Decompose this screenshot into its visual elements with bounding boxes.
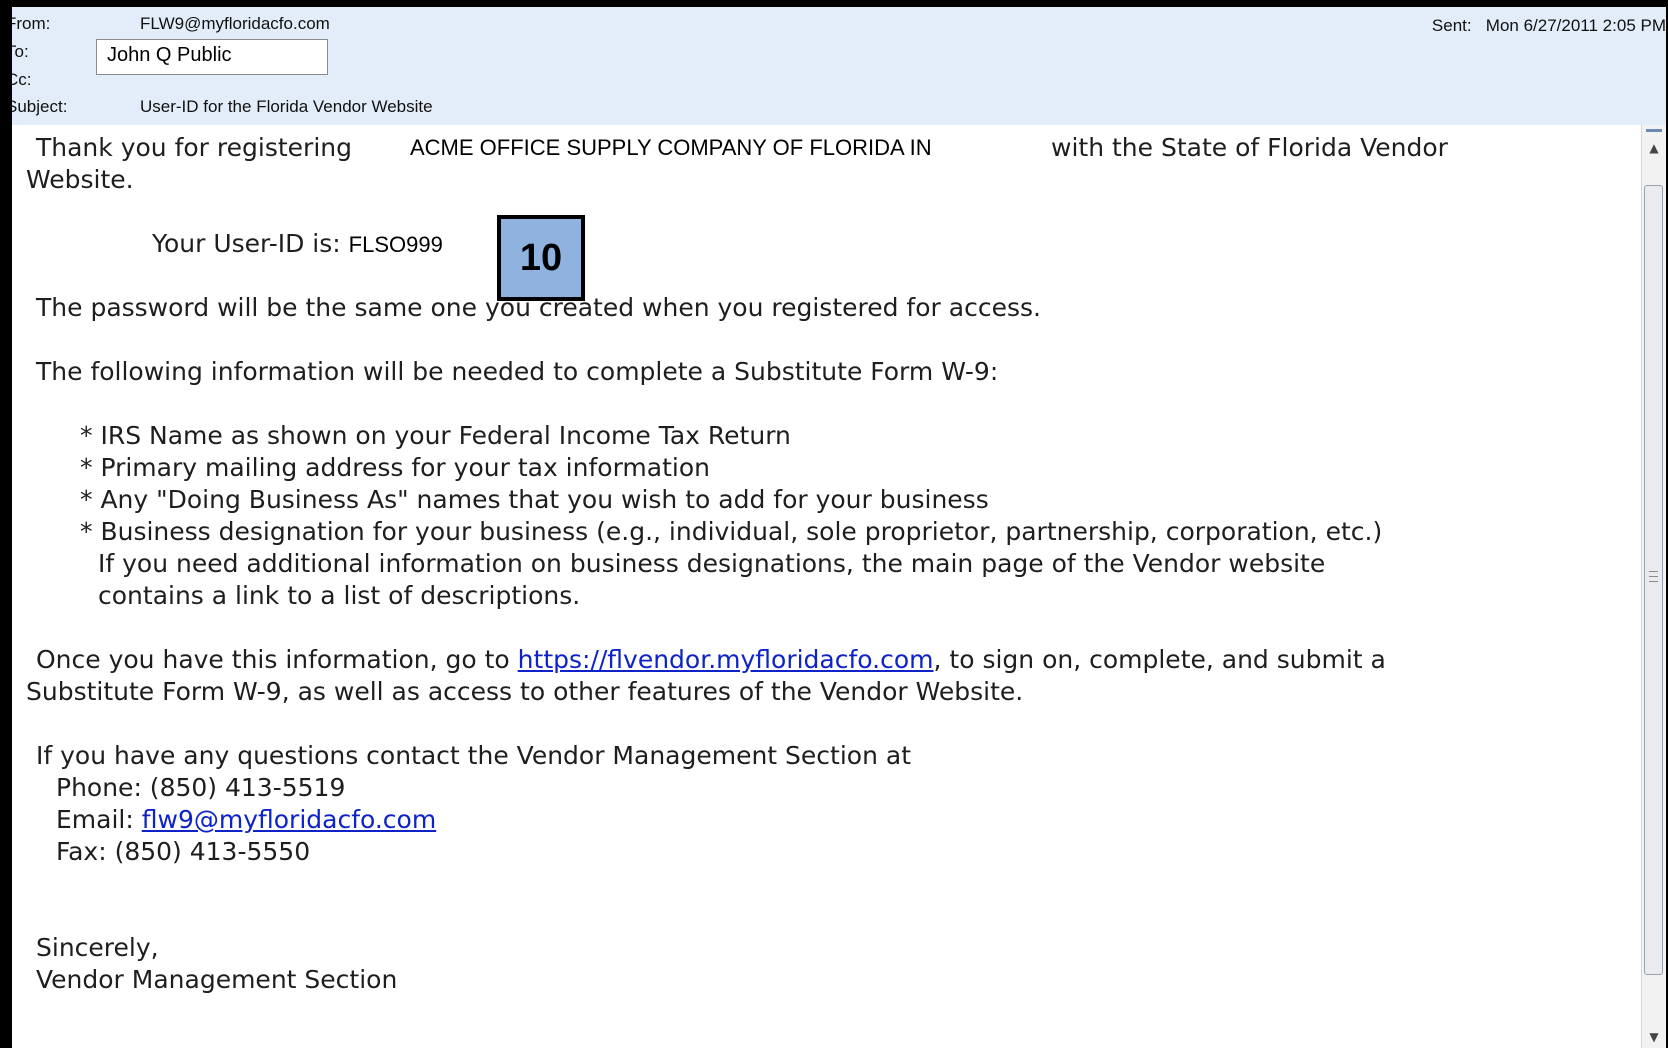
scroll-up-arrow-icon[interactable]: ▲	[1642, 137, 1666, 159]
list-item: * Business designation for your business…	[80, 517, 1383, 546]
signoff: Sincerely,	[36, 933, 159, 962]
questions-line: If you have any questions contact the Ve…	[36, 741, 912, 770]
once-post: , to sign on, complete, and submit a	[933, 645, 1386, 674]
vendor-website-link[interactable]: https://flvendor.myfloridacfo.com	[518, 645, 934, 674]
bullet-note-2: contains a link to a list of description…	[98, 581, 581, 610]
list-item: * Primary mailing address for your tax i…	[80, 453, 710, 482]
vertical-scrollbar[interactable]: ▲ ▼	[1641, 125, 1666, 1048]
intro-pre: Thank you for registering	[36, 133, 352, 162]
scroll-position-marker	[1646, 129, 1662, 132]
bullet-note-1: If you need additional information on bu…	[98, 549, 1326, 578]
scroll-thumb[interactable]	[1644, 185, 1663, 975]
userid-line: Your User-ID is: FLSO999	[152, 227, 443, 262]
sent-label: Sent:	[1431, 16, 1472, 35]
grip-icon	[1649, 571, 1658, 582]
list-item: * Any "Doing Business As" names that you…	[80, 485, 989, 514]
email-window: From: FLW9@myfloridacfo.com Sent: Mon 6/…	[0, 0, 1668, 1048]
message-body: Thank you for registering ACME OFFICE SU…	[12, 125, 1642, 1048]
phone-line: Phone: (850) 413-5519	[56, 773, 346, 802]
to-recipient-field[interactable]: John Q Public	[96, 39, 328, 75]
userid-label: Your User-ID is:	[152, 229, 341, 258]
email-label: Email:	[56, 805, 134, 834]
cc-label: Cc:	[6, 70, 32, 89]
email-header: From: FLW9@myfloridacfo.com Sent: Mon 6/…	[12, 7, 1666, 126]
company-name: ACME OFFICE SUPPLY COMPANY OF FLORIDA IN	[410, 135, 932, 160]
subject-value: User-ID for the Florida Vendor Website	[140, 97, 433, 116]
contact-email-link[interactable]: flw9@myfloridacfo.com	[142, 805, 436, 834]
email-line: Email: flw9@myfloridacfo.com	[56, 803, 436, 837]
w9-intro: The following information will be needed…	[36, 357, 999, 386]
once-cont: Substitute Form W-9, as well as access t…	[26, 677, 1024, 706]
step-number-badge: 10	[497, 215, 585, 301]
once-line: Once you have this information, go to ht…	[36, 643, 1386, 677]
intro-line: Thank you for registering	[36, 131, 352, 165]
userid-value: FLSO999	[348, 232, 443, 257]
sent-value: Mon 6/27/2011 2:05 PM	[1485, 16, 1666, 35]
fax-line: Fax: (850) 413-5550	[56, 837, 311, 866]
scroll-down-arrow-icon[interactable]: ▼	[1642, 1026, 1666, 1048]
signature: Vendor Management Section	[36, 965, 398, 994]
from-value[interactable]: FLW9@myfloridacfo.com	[140, 14, 330, 34]
from-label: From:	[6, 14, 51, 33]
sent-info: Sent: Mon 6/27/2011 2:05 PM	[1432, 16, 1666, 36]
once-pre: Once you have this information, go to	[36, 645, 510, 674]
list-item: * IRS Name as shown on your Federal Inco…	[80, 421, 791, 450]
to-label: To:	[6, 42, 29, 61]
intro-post: with the State of Florida Vendor	[1051, 133, 1448, 162]
intro-cont: Website.	[26, 165, 134, 194]
subject-label: Subject:	[6, 97, 68, 116]
